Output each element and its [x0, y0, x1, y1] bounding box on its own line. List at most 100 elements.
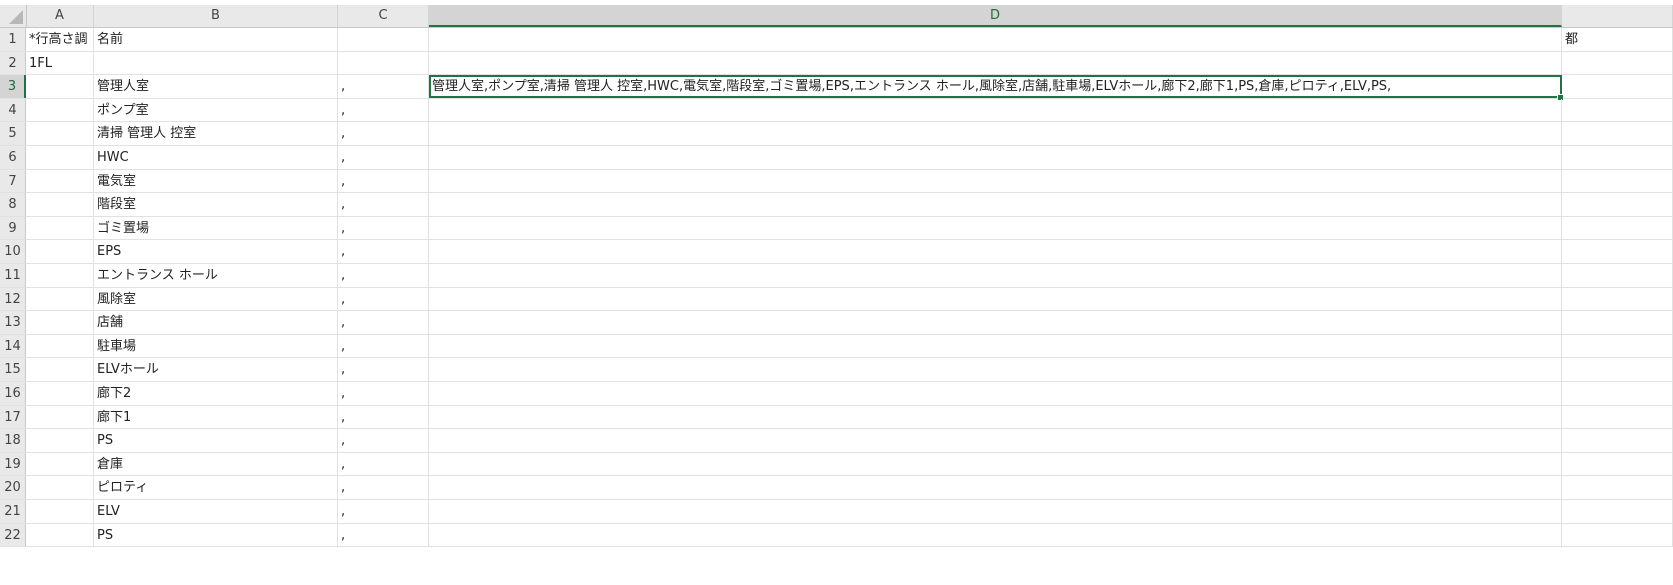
cell-c[interactable]: , — [338, 476, 429, 499]
column-header-c[interactable]: C — [338, 5, 429, 27]
cell-b[interactable]: 管理人室 — [94, 75, 338, 98]
cell-c[interactable]: , — [338, 287, 429, 311]
cell-e[interactable] — [1562, 193, 1673, 216]
cell-d[interactable] — [429, 240, 1562, 263]
cell-d[interactable] — [429, 452, 1562, 476]
cell-e[interactable] — [1562, 75, 1673, 98]
cell-c[interactable]: , — [338, 98, 429, 122]
cell-a[interactable] — [26, 476, 94, 499]
cell-c[interactable]: , — [338, 311, 429, 334]
cell-d[interactable] — [429, 500, 1562, 523]
cell-d[interactable] — [429, 311, 1562, 334]
cell-d[interactable] — [429, 382, 1562, 405]
cell-d[interactable] — [429, 146, 1562, 169]
cell-a[interactable] — [26, 146, 94, 169]
cell-b[interactable]: 名前 — [94, 28, 338, 51]
cell-d[interactable] — [429, 429, 1562, 452]
row-header[interactable]: 6 — [0, 146, 26, 169]
cell-c[interactable]: , — [338, 122, 429, 145]
cell-c[interactable]: , — [338, 216, 429, 240]
row-header[interactable]: 20 — [0, 476, 26, 499]
row-header[interactable]: 11 — [0, 264, 26, 287]
cell-c[interactable]: , — [338, 264, 429, 287]
cell-b[interactable]: ELVホール — [94, 358, 338, 381]
cell-e[interactable] — [1562, 500, 1673, 523]
cell-a[interactable] — [26, 358, 94, 381]
cell-e[interactable] — [1562, 146, 1673, 169]
cell-e[interactable] — [1562, 523, 1673, 547]
cell-b[interactable]: 階段室 — [94, 193, 338, 216]
row-header[interactable]: 9 — [0, 216, 26, 240]
cell-b[interactable]: 清掃 管理人 控室 — [94, 122, 338, 145]
cell-a[interactable] — [26, 75, 94, 98]
cell-e[interactable] — [1562, 240, 1673, 263]
cell-d[interactable] — [429, 98, 1562, 122]
cell-e[interactable] — [1562, 382, 1673, 405]
cell-a[interactable] — [26, 98, 94, 122]
cell-e[interactable]: 都 — [1562, 28, 1673, 51]
row-header[interactable]: 1 — [0, 28, 26, 51]
cell-b[interactable]: PS — [94, 429, 338, 452]
cell-b[interactable]: 電気室 — [94, 169, 338, 193]
cell-a[interactable] — [26, 264, 94, 287]
cell-b[interactable]: 駐車場 — [94, 334, 338, 358]
cell-e[interactable] — [1562, 287, 1673, 311]
column-header-e[interactable] — [1562, 5, 1673, 27]
column-header-d[interactable]: D — [429, 5, 1562, 27]
cell-d[interactable] — [429, 287, 1562, 311]
row-header[interactable]: 17 — [0, 405, 26, 429]
cell-a[interactable] — [26, 169, 94, 193]
cell-d[interactable] — [429, 51, 1562, 75]
cell-c[interactable]: , — [338, 75, 429, 98]
row-header[interactable]: 12 — [0, 287, 26, 311]
cell-e[interactable] — [1562, 216, 1673, 240]
cell-a[interactable]: *行高さ調 — [26, 28, 94, 51]
cell-d[interactable] — [429, 334, 1562, 358]
row-header[interactable]: 3 — [0, 75, 26, 98]
cell-a[interactable] — [26, 382, 94, 405]
cell-b[interactable]: EPS — [94, 240, 338, 263]
cell-e[interactable] — [1562, 169, 1673, 193]
cell-d[interactable] — [429, 216, 1562, 240]
cell-c[interactable]: , — [338, 405, 429, 429]
cell-c[interactable]: , — [338, 382, 429, 405]
cell-d[interactable] — [429, 28, 1562, 51]
cell-b[interactable]: 風除室 — [94, 287, 338, 311]
row-header[interactable]: 15 — [0, 358, 26, 381]
cell-a[interactable] — [26, 287, 94, 311]
row-header[interactable]: 4 — [0, 98, 26, 122]
cell-b[interactable]: ポンプ室 — [94, 98, 338, 122]
cell-b[interactable]: 廊下1 — [94, 405, 338, 429]
cell-b[interactable]: エントランス ホール — [94, 264, 338, 287]
cell-c[interactable]: , — [338, 452, 429, 476]
cell-a[interactable] — [26, 311, 94, 334]
cell-a[interactable] — [26, 500, 94, 523]
cell-c[interactable]: , — [338, 523, 429, 547]
select-all-corner[interactable] — [0, 5, 27, 27]
cell-c[interactable]: , — [338, 358, 429, 381]
row-header[interactable]: 7 — [0, 169, 26, 193]
cell-b[interactable]: PS — [94, 523, 338, 547]
cell-e[interactable] — [1562, 476, 1673, 499]
row-header[interactable]: 2 — [0, 51, 26, 75]
cell-d[interactable] — [429, 169, 1562, 193]
cell-a[interactable] — [26, 452, 94, 476]
row-header[interactable]: 16 — [0, 382, 26, 405]
cell-c[interactable] — [338, 51, 429, 75]
cell-d[interactable] — [429, 193, 1562, 216]
cell-c[interactable]: , — [338, 146, 429, 169]
column-header-b[interactable]: B — [94, 5, 338, 27]
cell-d[interactable] — [429, 122, 1562, 145]
cell-c[interactable]: , — [338, 240, 429, 263]
cell-d[interactable]: 管理人室,ポンプ室,清掃 管理人 控室,HWC,電気室,階段室,ゴミ置場,EPS… — [429, 75, 1564, 101]
cell-e[interactable] — [1562, 264, 1673, 287]
cell-e[interactable] — [1562, 452, 1673, 476]
cell-a[interactable] — [26, 122, 94, 145]
cell-a[interactable] — [26, 523, 94, 547]
row-header[interactable]: 5 — [0, 122, 26, 145]
cell-e[interactable] — [1562, 122, 1673, 145]
cell-a[interactable]: 1FL — [26, 51, 94, 75]
cell-e[interactable] — [1562, 334, 1673, 358]
cell-c[interactable]: , — [338, 334, 429, 358]
cell-e[interactable] — [1562, 51, 1673, 75]
